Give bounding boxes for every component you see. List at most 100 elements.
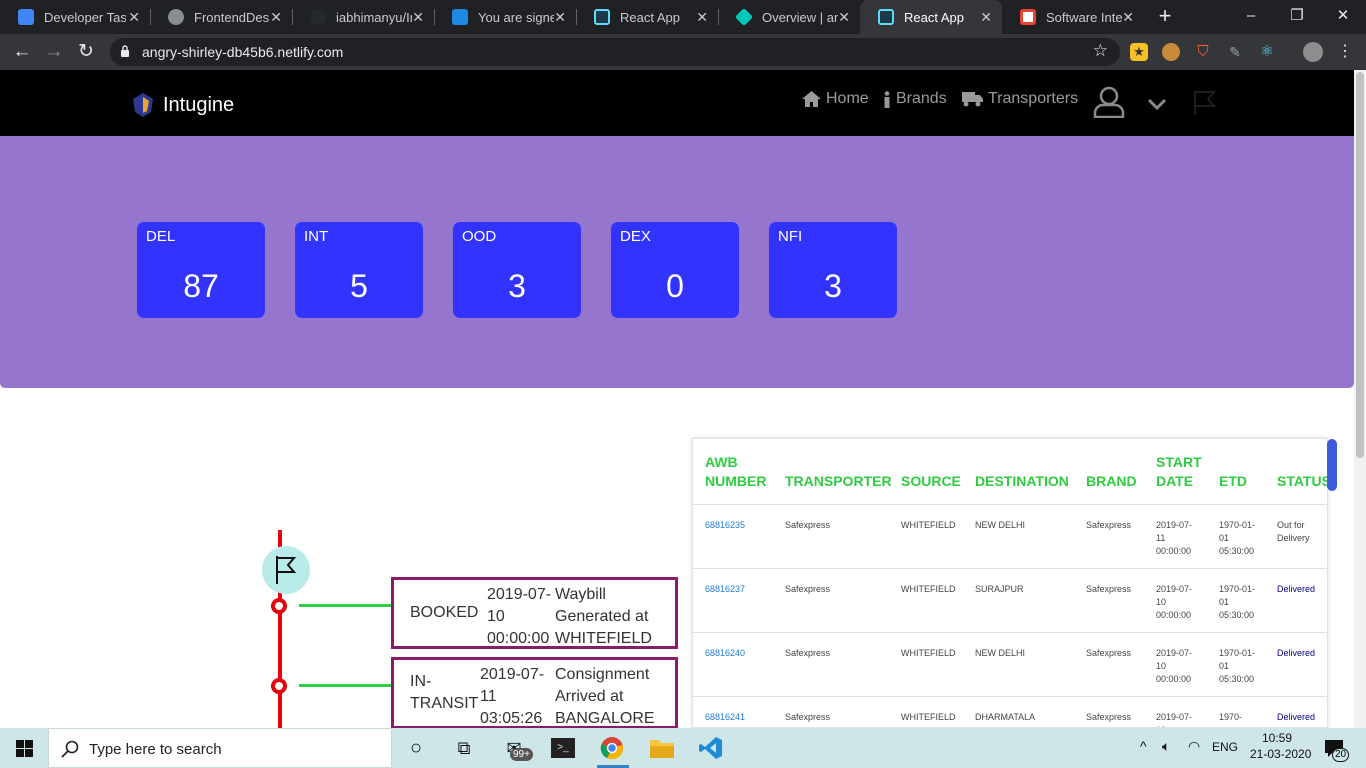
browser-tab[interactable]: iabhimanyu/In ✕ bbox=[292, 0, 434, 34]
column-header-brand[interactable]: BRAND bbox=[1086, 472, 1137, 491]
gmail-favicon-icon bbox=[1020, 9, 1036, 25]
browser-tab[interactable]: Overview | ang ✕ bbox=[718, 0, 860, 34]
nav-brands-link[interactable]: Brands bbox=[883, 90, 947, 108]
page-scrollbar[interactable] bbox=[1354, 70, 1366, 728]
column-header-destination[interactable]: DESTINATION bbox=[975, 472, 1069, 491]
status-card-count: 87 bbox=[183, 268, 219, 304]
cell-start-date: 2019-07-10 00:00:00 bbox=[1156, 648, 1193, 684]
close-tab-icon[interactable]: ✕ bbox=[980, 9, 992, 26]
cell-status: Delivered bbox=[1277, 584, 1316, 594]
home-icon bbox=[802, 91, 821, 107]
status-card-code: DEX bbox=[620, 228, 651, 245]
file-explorer-icon[interactable] bbox=[650, 738, 674, 758]
status-card-nfi[interactable]: NFI 3 bbox=[769, 222, 897, 318]
clock-time[interactable]: 10:59 bbox=[1262, 731, 1292, 745]
column-header-transporter[interactable]: TRANSPORTER bbox=[785, 472, 892, 491]
browser-tab[interactable]: Developer Tasks ✕ bbox=[0, 0, 150, 34]
column-header-source[interactable]: SOURCE bbox=[901, 472, 961, 491]
reload-button[interactable]: ↻ bbox=[74, 40, 98, 64]
status-card-code: INT bbox=[304, 228, 329, 245]
status-card-count: 5 bbox=[350, 268, 368, 304]
status-card-int[interactable]: INT 5 bbox=[295, 222, 423, 318]
status-card-dex[interactable]: DEX 0 bbox=[611, 222, 739, 318]
table-row[interactable]: 68816241 Safexpress WHITEFIELD DHARMATAL… bbox=[693, 697, 1327, 727]
column-header-awb[interactable]: AWB NUMBER bbox=[705, 453, 766, 491]
profile-avatar[interactable] bbox=[1303, 42, 1323, 62]
restore-window-button[interactable]: ❐ bbox=[1274, 0, 1320, 34]
nav-home-link[interactable]: Home bbox=[802, 90, 869, 108]
address-bar[interactable]: angry-shirley-db45b6.netlify.com ☆ bbox=[110, 38, 1120, 66]
event-status: BOOKED bbox=[410, 604, 479, 621]
column-header-status[interactable]: STATUS bbox=[1277, 472, 1327, 491]
nav-transporters-link[interactable]: Transporters bbox=[962, 90, 1078, 108]
close-tab-icon[interactable]: ✕ bbox=[412, 9, 424, 26]
status-card-del[interactable]: DEL 87 bbox=[137, 222, 265, 318]
bookmark-star-icon[interactable]: ☆ bbox=[1093, 41, 1108, 61]
flag-icon[interactable] bbox=[1192, 90, 1218, 116]
shield-extension-icon[interactable]: ⛉ bbox=[1194, 43, 1212, 61]
browser-tab[interactable]: Software Intern ✕ bbox=[1002, 0, 1144, 34]
chrome-menu-icon[interactable]: ⋮ bbox=[1336, 43, 1354, 61]
flag-icon bbox=[276, 556, 297, 584]
table-row[interactable]: 68816235 Safexpress WHITEFIELD NEW DELHI… bbox=[693, 505, 1327, 569]
browser-tab-active[interactable]: React App ✕ bbox=[860, 0, 1002, 34]
forward-button[interactable]: → bbox=[42, 40, 66, 64]
shipments-table: AWB NUMBER TRANSPORTER SOURCE DESTINATIO… bbox=[692, 438, 1328, 728]
cortana-icon[interactable]: ○ bbox=[404, 736, 428, 760]
close-tab-icon[interactable]: ✕ bbox=[696, 9, 708, 26]
close-tab-icon[interactable]: ✕ bbox=[838, 9, 850, 26]
vscode-icon[interactable] bbox=[699, 736, 723, 760]
terminal-icon[interactable]: >_ bbox=[551, 738, 575, 758]
windows-start-icon[interactable] bbox=[16, 740, 33, 757]
speaker-icon[interactable]: 🔈︎ bbox=[1162, 738, 1170, 755]
browser-tab[interactable]: React App ✕ bbox=[576, 0, 718, 34]
taskbar-search-box[interactable]: Type here to search bbox=[48, 728, 392, 768]
s-favicon-icon bbox=[452, 9, 468, 25]
netlify-favicon-icon bbox=[734, 7, 754, 27]
close-window-button[interactable]: ✕ bbox=[1320, 0, 1366, 34]
event-date: 2019-07-11 03:05:26 bbox=[480, 666, 545, 727]
back-button[interactable]: ← bbox=[10, 40, 34, 64]
page-scrollbar-thumb[interactable] bbox=[1356, 72, 1364, 458]
cell-etd: 1970-01-01 05:30:00 bbox=[1219, 648, 1256, 684]
timeline-node bbox=[271, 598, 287, 614]
wifi-icon[interactable]: ◠ bbox=[1188, 738, 1200, 755]
event-date: 2019-07-10 00:00:00 bbox=[487, 586, 552, 647]
close-tab-icon[interactable]: ✕ bbox=[1122, 9, 1134, 26]
react-devtools-icon[interactable]: ⚛ bbox=[1258, 43, 1276, 61]
pen-extension-icon[interactable]: ✎ bbox=[1226, 43, 1244, 61]
column-header-etd[interactable]: ETD bbox=[1219, 472, 1247, 491]
chrome-icon[interactable] bbox=[600, 736, 624, 760]
cell-brand: Safexpress bbox=[1086, 712, 1132, 722]
browser-tab[interactable]: You are signed ✕ bbox=[434, 0, 576, 34]
browser-tab[interactable]: FrontendDesign ✕ bbox=[150, 0, 292, 34]
status-card-ood[interactable]: OOD 3 bbox=[453, 222, 581, 318]
user-icon[interactable] bbox=[1093, 86, 1125, 118]
notification-count-badge: 20 bbox=[1332, 748, 1350, 762]
awb-link[interactable]: 68816240 bbox=[705, 647, 745, 660]
table-row[interactable]: 68816240 Safexpress WHITEFIELD NEW DELHI… bbox=[693, 633, 1327, 697]
chevron-up-icon[interactable]: ^ bbox=[1140, 738, 1147, 754]
close-tab-icon[interactable]: ✕ bbox=[270, 9, 282, 26]
awb-link[interactable]: 68816237 bbox=[705, 583, 745, 596]
bookmark-extension-icon[interactable]: ★ bbox=[1130, 43, 1148, 61]
close-tab-icon[interactable]: ✕ bbox=[128, 9, 140, 26]
language-indicator[interactable]: ENG bbox=[1212, 740, 1238, 754]
table-scrollbar-thumb[interactable] bbox=[1327, 439, 1337, 491]
site-brand[interactable]: Intugine bbox=[163, 94, 234, 117]
new-tab-button[interactable]: + bbox=[1153, 4, 1177, 28]
status-card-code: OOD bbox=[462, 228, 497, 245]
table-row[interactable]: 68816237 Safexpress WHITEFIELD SURAJPUR … bbox=[693, 569, 1327, 633]
awb-link[interactable]: 68816235 bbox=[705, 519, 745, 532]
search-placeholder: Type here to search bbox=[89, 741, 222, 758]
cookie-extension-icon[interactable] bbox=[1162, 43, 1180, 61]
awb-link[interactable]: 68816241 bbox=[705, 711, 745, 724]
cell-etd: 1970-01-01 05:30:00 bbox=[1219, 520, 1256, 556]
status-card-count: 3 bbox=[508, 268, 526, 304]
column-header-start-date[interactable]: START DATE bbox=[1156, 453, 1206, 491]
chevron-down-icon[interactable] bbox=[1147, 98, 1167, 110]
minimize-window-button[interactable]: – bbox=[1228, 0, 1274, 34]
close-tab-icon[interactable]: ✕ bbox=[554, 9, 566, 26]
clock-date[interactable]: 21-03-2020 bbox=[1250, 747, 1311, 761]
task-view-icon[interactable]: ⧉ bbox=[452, 736, 476, 760]
